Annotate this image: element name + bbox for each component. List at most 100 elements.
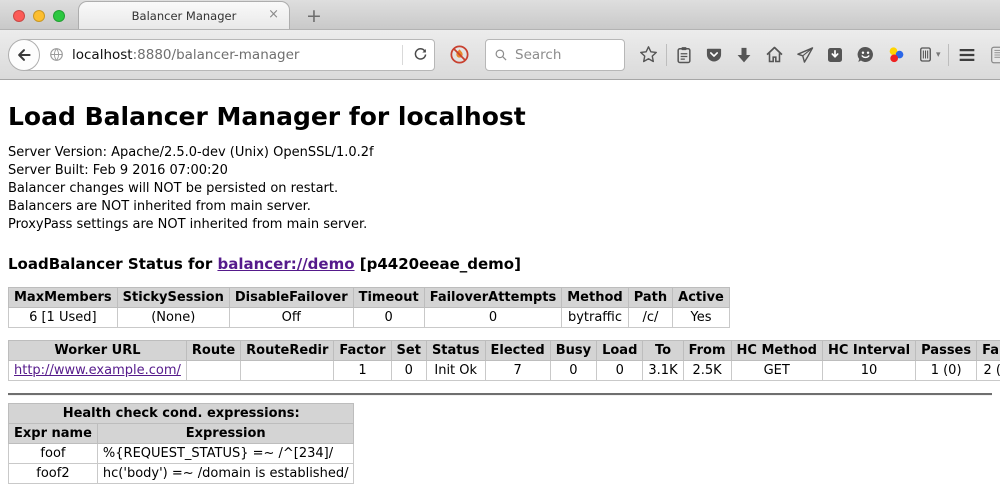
balancer-summary-table: MaxMembers StickySession DisableFailover… <box>8 287 730 328</box>
cell-status: Init Ok <box>426 361 485 381</box>
new-tab-button[interactable]: + <box>300 5 328 27</box>
col-worker-url: Worker URL <box>9 341 187 361</box>
cell-stickysession: (None) <box>117 308 229 328</box>
table-header-row: Worker URL Route RouteRedir Factor Set S… <box>9 341 1000 361</box>
cell-hc-interval: 10 <box>822 361 915 381</box>
server-version-line: Server Version: Apache/2.5.0-dev (Unix) … <box>8 144 992 162</box>
page-title: Load Balancer Manager for localhost <box>8 102 992 131</box>
balancer-demo-link[interactable]: balancer://demo <box>217 255 354 273</box>
tab-title: Balancer Manager <box>132 9 237 23</box>
col-busy: Busy <box>550 341 596 361</box>
cell-factor: 1 <box>334 361 391 381</box>
globe-icon <box>48 46 65 63</box>
col-factor: Factor <box>334 341 391 361</box>
worker-url-link[interactable]: http://www.example.com/ <box>14 363 181 378</box>
cell-set: 0 <box>391 361 426 381</box>
section-divider <box>8 393 992 396</box>
toolbar-divider <box>948 44 949 66</box>
table-row: foof2 hc('body') =~ /domain is establish… <box>9 464 354 484</box>
pocket-button[interactable] <box>699 45 729 65</box>
url-bar[interactable]: localhost:8880/balancer-manager <box>23 39 435 71</box>
worker-table: Worker URL Route RouteRedir Factor Set S… <box>8 340 1000 381</box>
table-row: foof %{REQUEST_STATUS} =~ /^[234]/ <box>9 444 354 464</box>
urlbar-divider <box>402 45 403 65</box>
tab-balancer-manager[interactable]: Balancer Manager × <box>78 1 290 29</box>
col-from: From <box>683 341 731 361</box>
health-check-table: Health check cond. expressions: Expr nam… <box>8 403 354 484</box>
col-set: Set <box>391 341 426 361</box>
chevron-down-icon[interactable]: ▾ <box>936 50 941 60</box>
extension-grid-button[interactable] <box>983 44 1000 66</box>
close-window-button[interactable] <box>13 10 25 22</box>
cell-path: /c/ <box>628 308 672 328</box>
reading-list-button[interactable] <box>669 45 699 65</box>
home-button[interactable] <box>759 44 790 65</box>
minimize-window-button[interactable] <box>33 10 45 22</box>
browser-window: Balancer Manager × + localhost:8880/bala… <box>0 0 1000 491</box>
col-fails: Fails <box>977 341 1000 361</box>
col-expr-name: Expr name <box>9 424 98 444</box>
send-tab-button[interactable] <box>790 45 820 65</box>
toolbar-icon-row: ▾ <box>633 44 1000 66</box>
table-header-row: MaxMembers StickySession DisableFailover… <box>9 288 730 308</box>
url-domain: localhost <box>72 47 133 63</box>
feedback-smiley-button[interactable] <box>850 44 881 65</box>
cell-timeout: 0 <box>353 308 424 328</box>
cell-hc-method: GET <box>731 361 822 381</box>
server-info: Server Version: Apache/2.5.0-dev (Unix) … <box>8 144 992 234</box>
col-passes: Passes <box>916 341 977 361</box>
col-elected: Elected <box>485 341 550 361</box>
col-failoverattempts: FailoverAttempts <box>424 288 562 308</box>
url-text[interactable]: localhost:8880/balancer-manager <box>72 47 398 63</box>
downloads-button[interactable] <box>729 45 759 65</box>
col-path: Path <box>628 288 672 308</box>
col-load: Load <box>597 341 643 361</box>
menu-hamburger-button[interactable] <box>951 44 983 66</box>
cell-load: 0 <box>597 361 643 381</box>
col-maxmembers: MaxMembers <box>9 288 118 308</box>
search-icon <box>493 47 509 63</box>
loadbalancer-status-heading: LoadBalancer Status for balancer://demo … <box>8 255 992 273</box>
window-controls <box>13 10 65 22</box>
cell-method: bytraffic <box>562 308 628 328</box>
cell-expr-name: foof <box>9 444 98 464</box>
col-method: Method <box>562 288 628 308</box>
cell-fails: 2 (0) <box>977 361 1000 381</box>
extension-panel-button[interactable]: ▾ <box>911 45 946 64</box>
search-input[interactable]: Search <box>485 39 625 71</box>
flash-blocked-icon[interactable] <box>444 44 475 65</box>
back-arrow-icon <box>15 46 33 64</box>
cell-expression: hc('body') =~ /domain is established/ <box>97 464 354 484</box>
col-status: Status <box>426 341 485 361</box>
col-active: Active <box>673 288 730 308</box>
table-header-row: Expr name Expression <box>9 424 354 444</box>
cell-active: Yes <box>673 308 730 328</box>
col-hc-interval: HC Interval <box>822 341 915 361</box>
search-placeholder: Search <box>515 47 561 63</box>
reload-button[interactable] <box>407 46 434 63</box>
cell-passes: 1 (0) <box>916 361 977 381</box>
col-to: To <box>643 341 683 361</box>
cell-routeredir <box>241 361 334 381</box>
col-stickysession: StickySession <box>117 288 229 308</box>
url-path: :8880/balancer-manager <box>133 47 300 63</box>
page-content: Load Balancer Manager for localhost Serv… <box>0 80 1000 491</box>
persist-notice-line: Balancer changes will NOT be persisted o… <box>8 180 992 198</box>
health-table-title: Health check cond. expressions: <box>9 404 354 424</box>
zoom-window-button[interactable] <box>53 10 65 22</box>
colorful-extension-button[interactable] <box>881 45 911 65</box>
col-disablefailover: DisableFailover <box>229 288 353 308</box>
back-button[interactable] <box>8 39 40 71</box>
tab-close-icon[interactable]: × <box>268 8 279 21</box>
cell-to: 3.1K <box>643 361 683 381</box>
col-expression: Expression <box>97 424 354 444</box>
cell-route <box>186 361 240 381</box>
navigation-toolbar: localhost:8880/balancer-manager Search <box>0 30 1000 80</box>
cell-from: 2.5K <box>683 361 731 381</box>
status-suffix: [p4420eeae_demo] <box>355 255 521 273</box>
cell-elected: 7 <box>485 361 550 381</box>
titlebar: Balancer Manager × + <box>0 0 1000 30</box>
col-timeout: Timeout <box>353 288 424 308</box>
save-to-device-button[interactable] <box>820 45 850 65</box>
bookmark-star-button[interactable] <box>633 44 664 65</box>
